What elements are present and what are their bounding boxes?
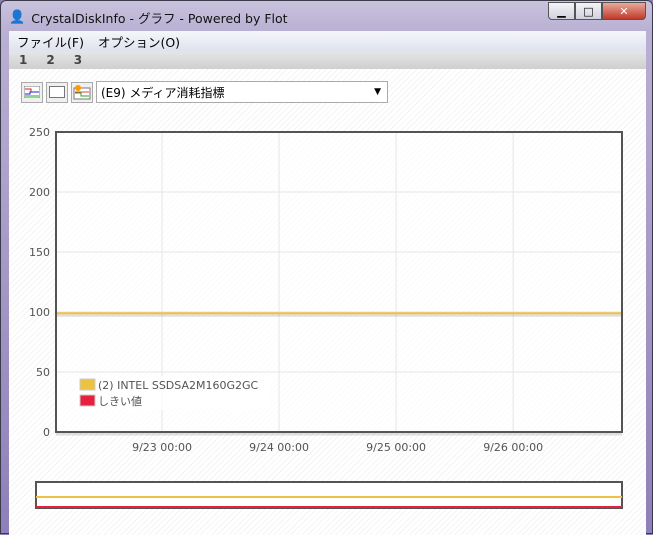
overview-chart (35, 481, 623, 509)
legend-swatch (79, 394, 96, 407)
legend-swatch (79, 378, 96, 391)
window-frame: 👤 CrystalDiskInfo - グラフ - Powered by Flo… (0, 0, 653, 535)
y-tick-label: 250 (29, 126, 50, 139)
y-tick-label: 50 (36, 366, 50, 379)
y-tick-label: 200 (29, 186, 50, 199)
legend-label: しきい値 (98, 395, 142, 408)
y-tick-label: 150 (29, 246, 50, 259)
x-tick-label: 9/25 00:00 (366, 441, 426, 454)
main-chart[interactable]: 0 50 100 150 200 250 9/23 00:00 9/24 00:00 9/25 … (1, 1, 653, 535)
legend-label: (2) INTEL SSDSA2M160G2GC (98, 379, 259, 392)
x-tick-label: 9/24 00:00 (249, 441, 309, 454)
x-tick-label: 9/23 00:00 (132, 441, 192, 454)
y-tick-label: 0 (43, 426, 50, 439)
x-tick-label: 9/26 00:00 (483, 441, 543, 454)
y-tick-label: 100 (29, 306, 50, 319)
